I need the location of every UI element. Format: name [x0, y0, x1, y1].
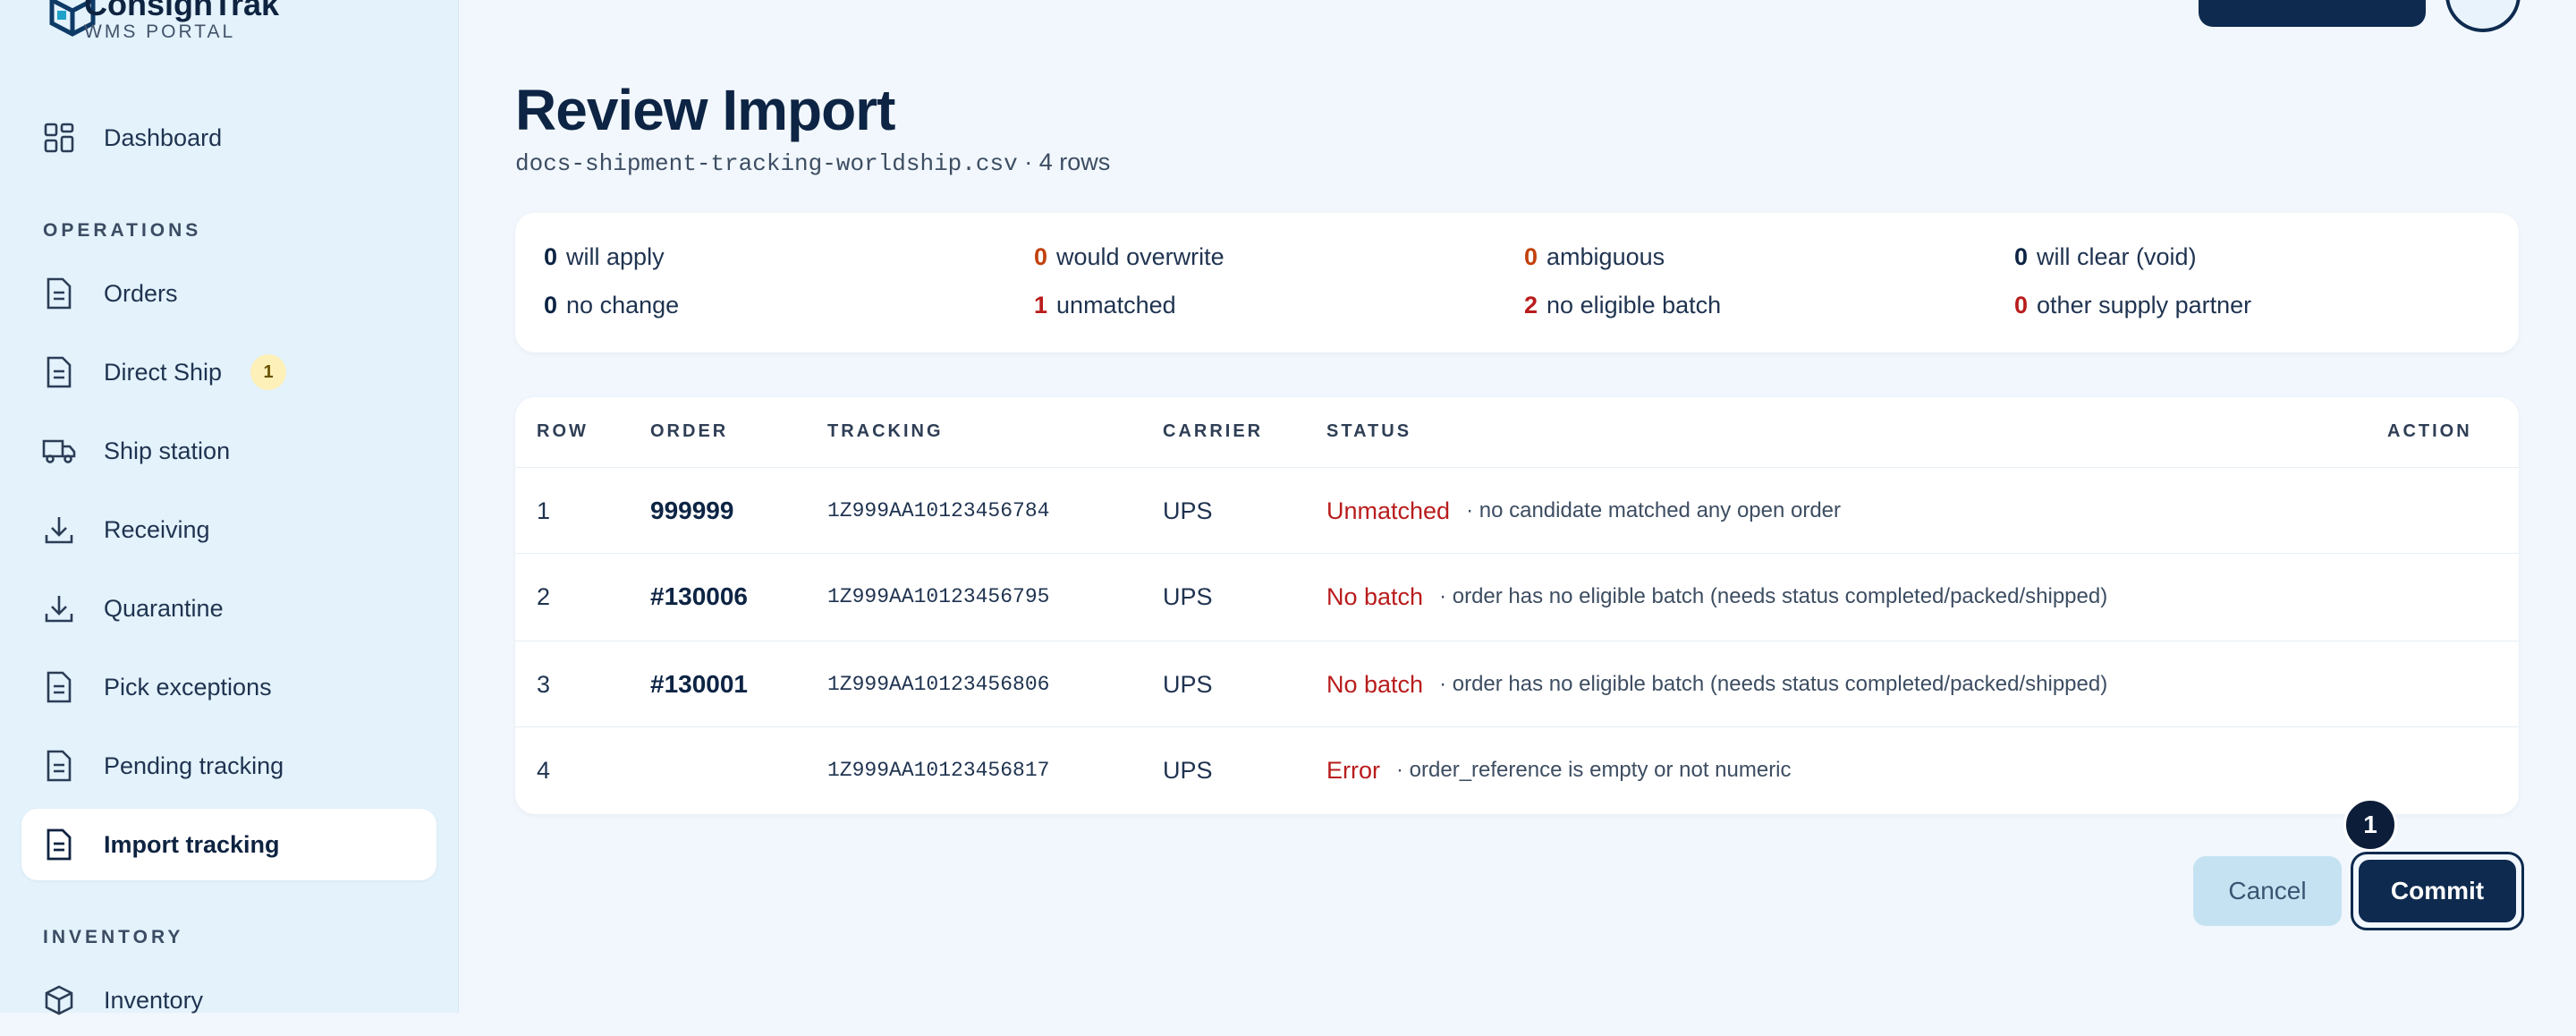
sidebar-item-label: Pick exceptions	[104, 673, 272, 701]
table-row: 3 #130001 1Z999AA10123456806 UPS No batc…	[515, 641, 2519, 727]
commit-focus-ring: Commit	[2351, 852, 2524, 930]
sidebar-item-label: Inventory	[104, 986, 204, 1014]
cancel-button[interactable]: Cancel	[2193, 856, 2342, 926]
status-cell: Error · order_reference is empty or not …	[1326, 727, 1792, 813]
header-primary-button[interactable]	[2199, 0, 2426, 27]
file-name: docs-shipment-tracking-worldship.csv	[515, 150, 1018, 177]
sidebar-item-label: Dashboard	[104, 123, 223, 151]
summary-card: 0 will apply 0 would overwrite 0 ambiguous …	[515, 213, 2519, 352]
sidebar: ConsignTrak WMS PORTAL Dashboard OPERATI…	[0, 0, 459, 1015]
document-icon	[41, 354, 77, 390]
document-icon	[41, 276, 77, 311]
tracking-number: 1Z999AA10123456817	[827, 759, 1050, 782]
user-avatar[interactable]	[2445, 0, 2521, 32]
grid-icon	[41, 120, 77, 156]
sidebar-item-quarantine[interactable]: Quarantine	[21, 573, 436, 644]
sidebar-item-receiving[interactable]: Receiving	[21, 494, 436, 565]
truck-icon	[41, 433, 77, 469]
column-header-action: ACTION	[2387, 421, 2472, 441]
import-table: ROW ORDER TRACKING CARRIER STATUS ACTION…	[515, 397, 2519, 814]
summary-will-apply: 0 will apply	[544, 243, 665, 270]
sidebar-item-label: Pending tracking	[104, 752, 284, 779]
tracking-number: 1Z999AA10123456806	[827, 673, 1050, 696]
commit-button[interactable]: Commit	[2359, 860, 2516, 922]
page-title: Review Import	[515, 78, 895, 142]
sidebar-item-pending-tracking[interactable]: Pending tracking	[21, 730, 436, 802]
table-row: 1 999999 1Z999AA10123456784 UPS Unmatche…	[515, 467, 2519, 554]
status-cell: No batch · order has no eligible batch (…	[1326, 554, 2107, 640]
status-note: · order_reference is empty or not numeri…	[1396, 758, 1792, 782]
carrier: UPS	[1163, 582, 1213, 610]
sidebar-item-orders[interactable]: Orders	[21, 258, 436, 329]
summary-would-overwrite: 0 would overwrite	[1034, 243, 1224, 270]
carrier: UPS	[1163, 497, 1213, 524]
status-cell: No batch · order has no eligible batch (…	[1326, 641, 2107, 727]
summary-will-clear: 0 will clear (void)	[2014, 243, 2197, 270]
sidebar-item-label: Receiving	[104, 515, 210, 543]
sidebar-item-label: Quarantine	[104, 594, 224, 622]
summary-ambiguous: 0 ambiguous	[1524, 243, 1665, 270]
tracking-number: 1Z999AA10123456784	[827, 499, 1050, 522]
page-subtitle: docs-shipment-tracking-worldship.csv · 4…	[515, 149, 1110, 177]
order-number: #130006	[650, 582, 749, 610]
status-note: · order has no eligible batch (needs sta…	[1439, 672, 2108, 696]
row-count: · 4 rows	[1024, 149, 1111, 175]
brand-subtitle: WMS PORTAL	[84, 21, 236, 42]
status-note: · no candidate matched any open order	[1466, 498, 1842, 522]
download-icon	[41, 512, 77, 548]
sidebar-item-inventory[interactable]: Inventory	[21, 964, 436, 1036]
status-cell: Unmatched · no candidate matched any ope…	[1326, 468, 1841, 554]
row-number: 2	[537, 582, 551, 610]
column-header-tracking: TRACKING	[827, 421, 944, 441]
sidebar-item-label: Direct Ship	[104, 358, 223, 386]
section-label-operations: OPERATIONS	[43, 220, 202, 241]
sidebar-item-import-tracking[interactable]: Import tracking	[21, 809, 436, 880]
carrier: UPS	[1163, 670, 1213, 698]
tracking-number: 1Z999AA10123456795	[827, 585, 1050, 608]
table-row: 4 1Z999AA10123456817 UPS Error · order_r…	[515, 726, 2519, 813]
document-icon	[41, 748, 77, 784]
summary-unmatched: 1 unmatched	[1034, 292, 1176, 318]
document-icon	[41, 827, 77, 862]
row-number: 3	[537, 670, 551, 698]
sidebar-item-direct-ship[interactable]: Direct Ship 1	[21, 336, 436, 408]
sidebar-item-label: Ship station	[104, 437, 231, 464]
table-row: 2 #130006 1Z999AA10123456795 UPS No batc…	[515, 553, 2519, 640]
status-badge: Error	[1326, 756, 1380, 784]
sidebar-item-label: Import tracking	[104, 830, 280, 858]
sidebar-item-pick-exceptions[interactable]: Pick exceptions	[21, 651, 436, 723]
column-header-row: ROW	[537, 421, 589, 441]
sidebar-item-label: Orders	[104, 279, 178, 307]
row-number: 1	[537, 497, 551, 524]
column-header-carrier: CARRIER	[1163, 421, 1264, 441]
order-number: #130001	[650, 670, 749, 698]
step-marker: 1	[2343, 798, 2397, 852]
status-note: · order has no eligible batch (needs sta…	[1439, 584, 2108, 608]
summary-other-supply-partner: 0 other supply partner	[2014, 292, 2252, 318]
sidebar-item-dashboard[interactable]: Dashboard	[21, 102, 436, 174]
count-badge: 1	[250, 354, 287, 390]
column-header-status: STATUS	[1326, 421, 1412, 441]
sidebar-item-ship-station[interactable]: Ship station	[21, 415, 436, 487]
download-icon	[41, 590, 77, 626]
row-number: 4	[537, 756, 551, 784]
summary-no-eligible-batch: 2 no eligible batch	[1524, 292, 1722, 318]
document-icon	[41, 669, 77, 705]
section-label-inventory: INVENTORY	[43, 927, 184, 947]
status-badge: No batch	[1326, 582, 1424, 610]
brand-name: ConsignTrak	[84, 0, 280, 22]
summary-no-change: 0 no change	[544, 292, 680, 318]
column-header-order: ORDER	[650, 421, 729, 441]
carrier: UPS	[1163, 756, 1213, 784]
box-icon	[41, 982, 77, 1018]
status-badge: Unmatched	[1326, 497, 1451, 524]
order-number: 999999	[650, 497, 734, 524]
status-badge: No batch	[1326, 670, 1424, 698]
